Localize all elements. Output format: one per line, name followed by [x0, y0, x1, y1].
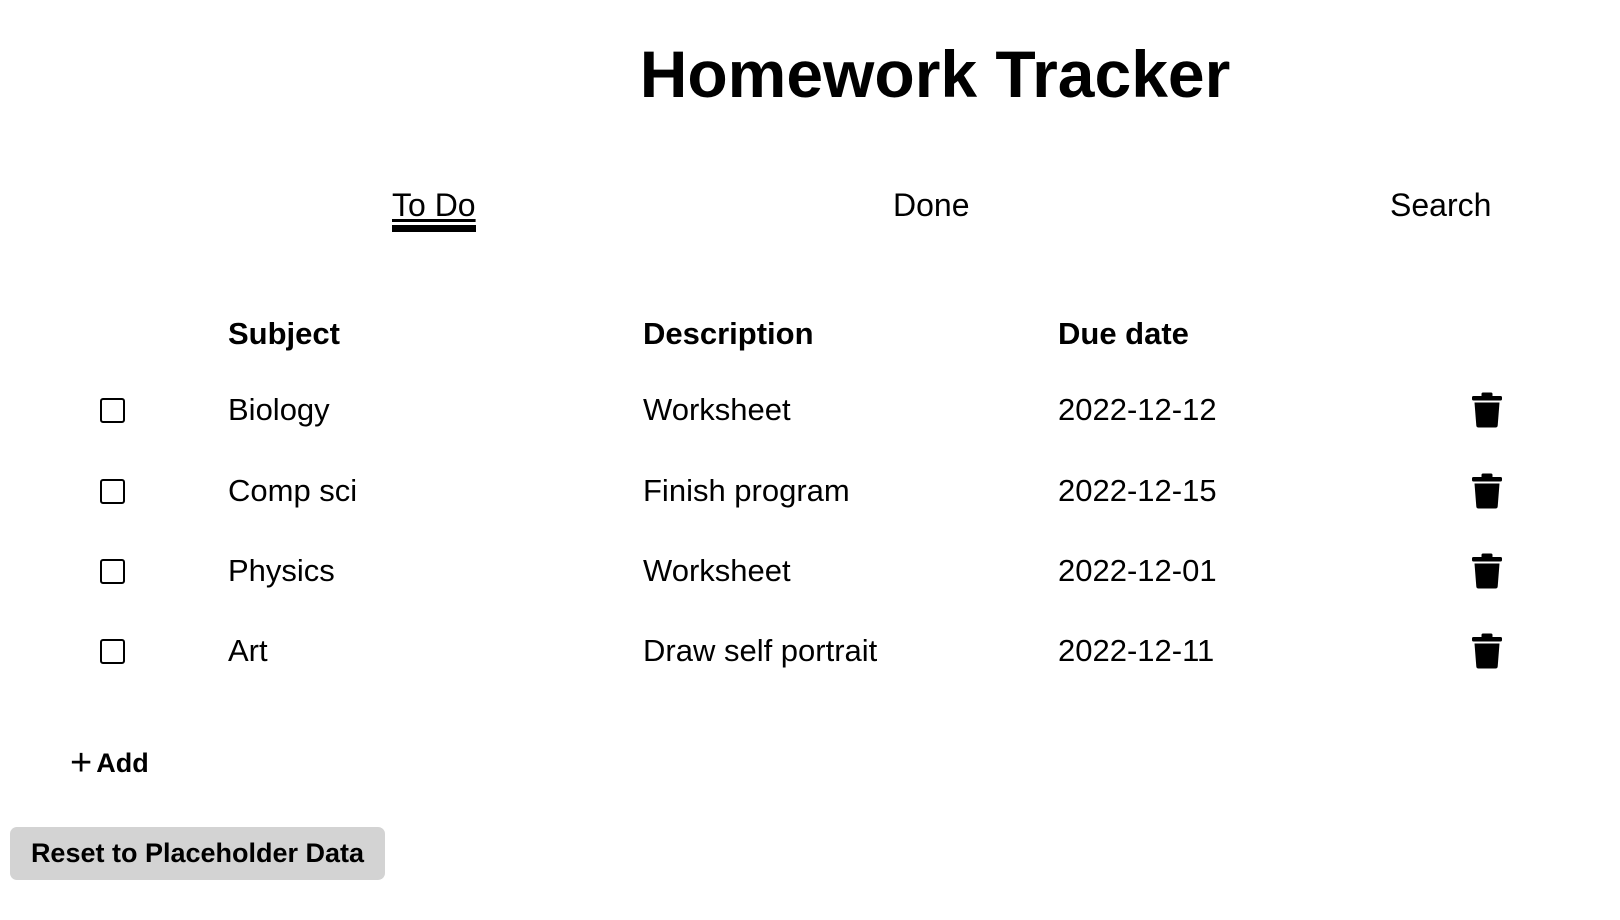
delete-button[interactable]: [1470, 553, 1504, 589]
tab-label: Done: [893, 187, 970, 223]
done-checkbox[interactable]: [100, 479, 125, 504]
due-date-cell: 2022-12-11: [1058, 633, 1215, 668]
subject-cell: Comp sci: [228, 473, 358, 508]
table-row: Physics Worksheet 2022-12-01: [0, 545, 1620, 605]
trash-icon: [1472, 633, 1502, 669]
tab-label: To Do: [392, 187, 476, 223]
table-row: Art Draw self portrait 2022-12-11: [0, 625, 1620, 685]
description-cell: Worksheet: [643, 553, 791, 588]
description-cell: Finish program: [643, 473, 850, 508]
plus-icon: +: [70, 742, 93, 784]
reset-placeholder-data-button[interactable]: Reset to Placeholder Data: [10, 827, 385, 880]
done-checkbox[interactable]: [100, 639, 125, 664]
trash-icon: [1472, 553, 1502, 589]
column-header-due-date: Due date: [1058, 316, 1189, 351]
column-header-description: Description: [643, 316, 814, 351]
description-cell: Worksheet: [643, 392, 791, 427]
done-checkbox[interactable]: [100, 398, 125, 423]
delete-button[interactable]: [1470, 392, 1504, 428]
delete-button[interactable]: [1470, 633, 1504, 669]
done-checkbox[interactable]: [100, 559, 125, 584]
description-cell: Draw self portrait: [643, 633, 878, 668]
tab-search[interactable]: Search: [1390, 186, 1491, 224]
add-task-button[interactable]: + Add: [70, 742, 149, 784]
page-title: Homework Tracker: [639, 37, 1231, 111]
trash-icon: [1472, 473, 1502, 509]
table-row: Biology Worksheet 2022-12-12: [0, 384, 1620, 444]
tab-to-do[interactable]: To Do: [392, 186, 476, 232]
subject-cell: Physics: [228, 553, 335, 588]
tab-done[interactable]: Done: [893, 186, 970, 224]
trash-icon: [1472, 392, 1502, 428]
table-row: Comp sci Finish program 2022-12-15: [0, 465, 1620, 525]
due-date-cell: 2022-12-01: [1058, 553, 1217, 588]
tab-bar: To Do Done Search: [0, 186, 1620, 232]
subject-cell: Art: [228, 633, 268, 668]
delete-button[interactable]: [1470, 473, 1504, 509]
subject-cell: Biology: [228, 392, 330, 427]
due-date-cell: 2022-12-12: [1058, 392, 1217, 427]
due-date-cell: 2022-12-15: [1058, 473, 1217, 508]
active-tab-indicator: [392, 225, 476, 232]
column-header-subject: Subject: [228, 316, 340, 351]
add-label: Add: [96, 747, 149, 778]
tab-label: Search: [1390, 187, 1492, 223]
